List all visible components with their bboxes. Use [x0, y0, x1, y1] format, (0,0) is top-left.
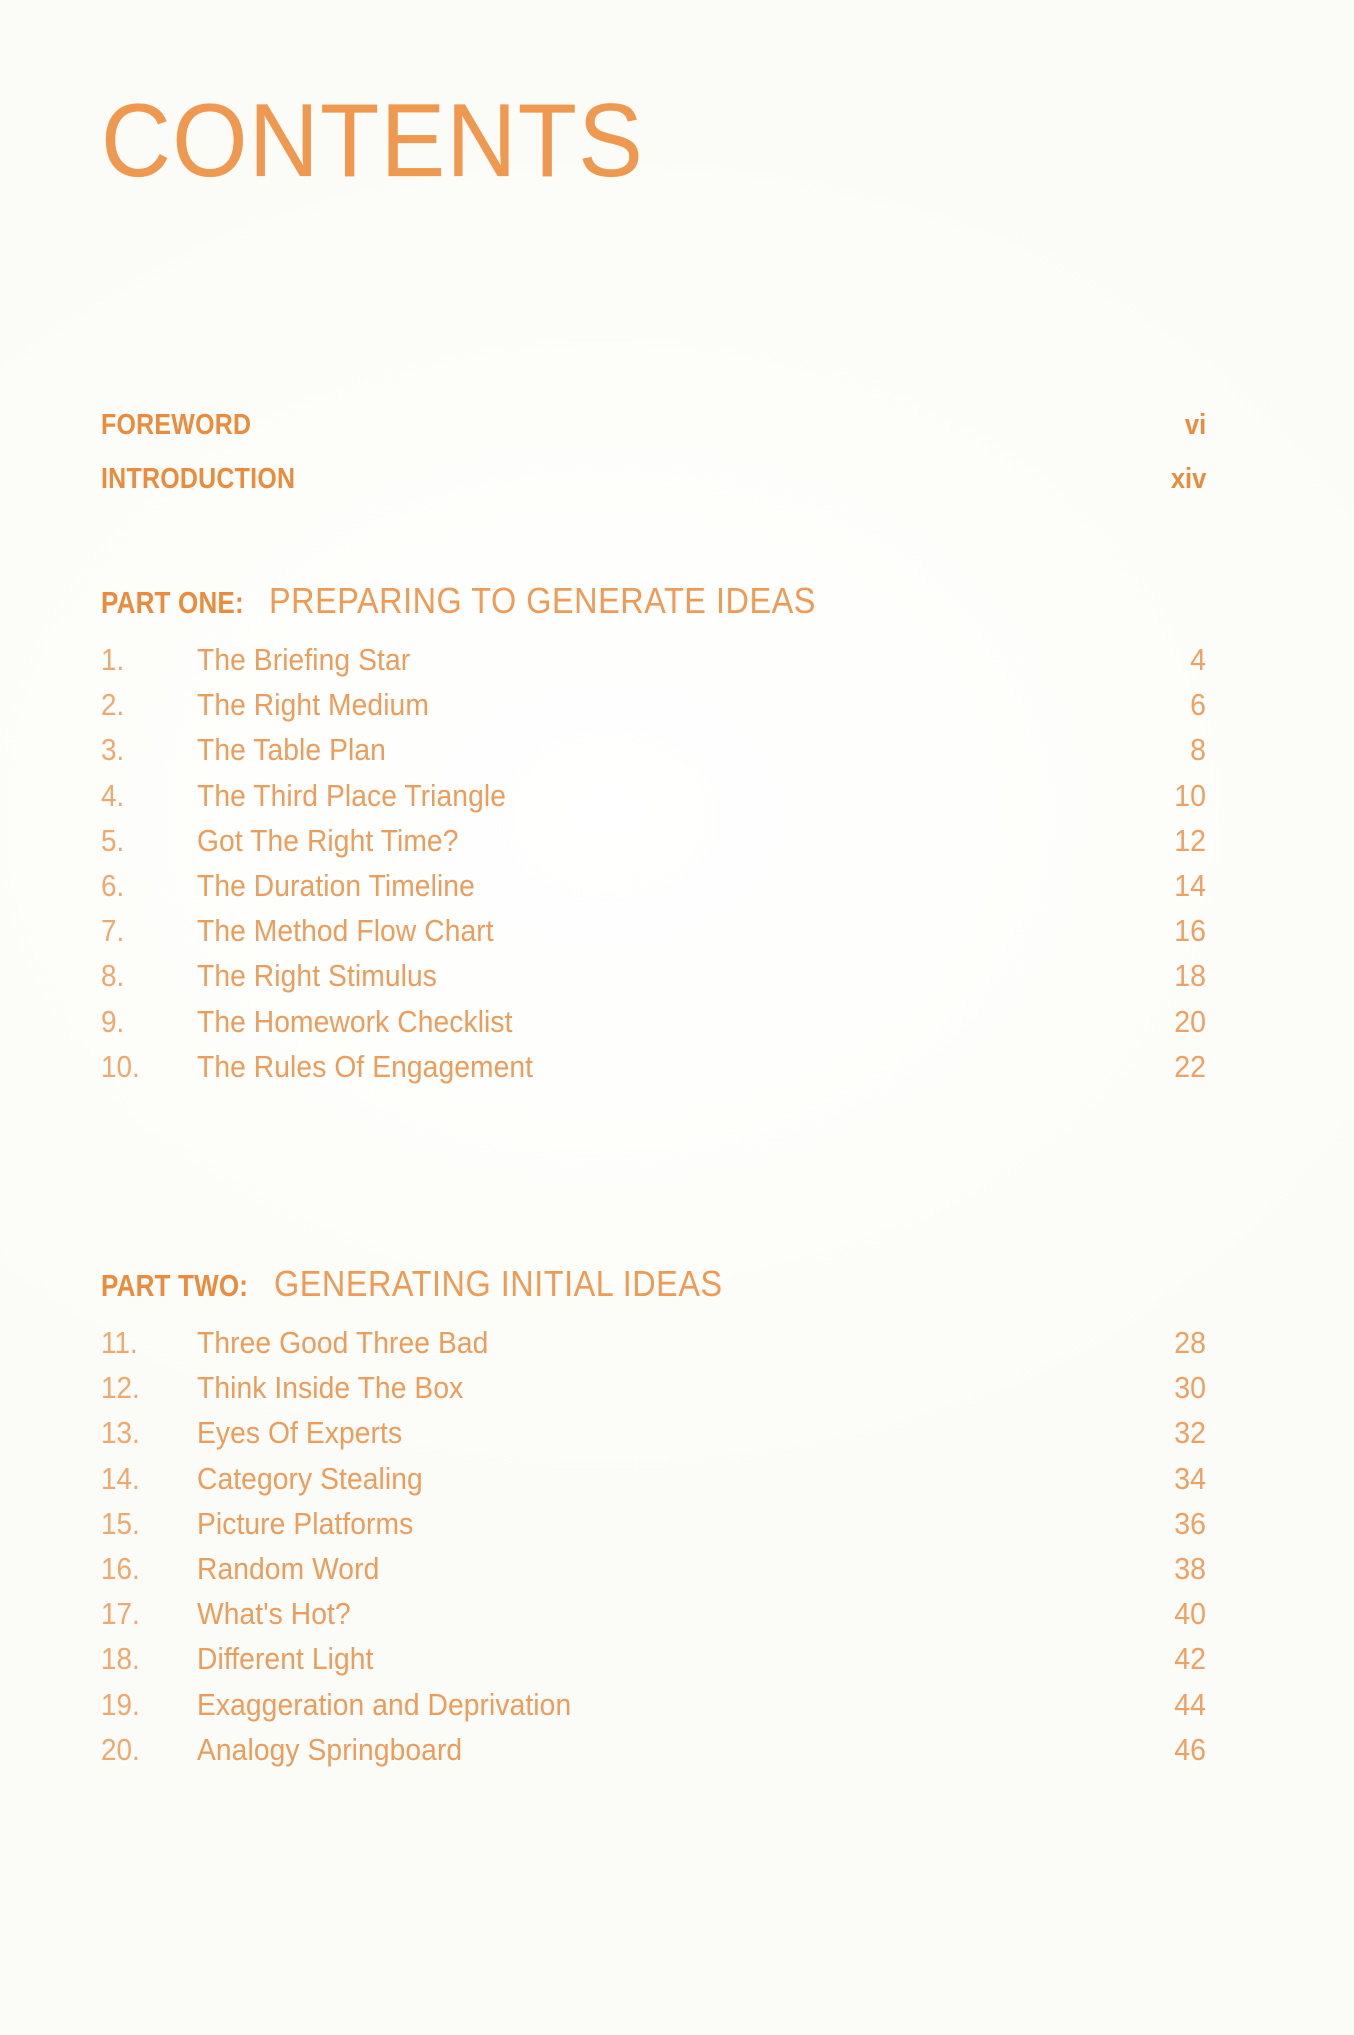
entry-title: Category Stealing [197, 1460, 423, 1496]
list-item[interactable]: 9. The Homework Checklist 20 [101, 1004, 1206, 1049]
entry-title: Analogy Springboard [197, 1731, 463, 1767]
entry-page-number: 40 [1174, 1596, 1206, 1632]
entry-page-number: 4 [1190, 642, 1206, 677]
entry-title: Eyes Of Experts [197, 1415, 403, 1451]
frontmatter-page-number: vi [1184, 409, 1206, 441]
entry-page-number: 16 [1174, 913, 1206, 949]
entry-page-number: 36 [1174, 1505, 1206, 1541]
entry-title: Different Light [197, 1641, 374, 1677]
list-item[interactable]: 19. Exaggeration and Deprivation 44 [101, 1687, 1206, 1732]
part-name: PREPARING TO GENERATE IDEAS [269, 580, 816, 621]
entry-number: 8. [101, 958, 125, 994]
entry-title: The Right Stimulus [197, 958, 437, 994]
list-item[interactable]: 18. Different Light 42 [101, 1641, 1206, 1686]
list-item[interactable]: 20. Analogy Springboard 46 [101, 1732, 1206, 1777]
entry-page-number: 8 [1190, 732, 1206, 768]
part-label: PART ONE: [101, 585, 244, 620]
part-name: GENERATING INITIAL IDEAS [274, 1263, 723, 1304]
entry-page-number: 30 [1174, 1370, 1206, 1406]
entry-page-number: 14 [1174, 867, 1206, 903]
frontmatter-list: FOREWORD vi INTRODUCTION xiv [101, 409, 1206, 517]
entry-number: 6. [101, 867, 125, 903]
entry-title: The Method Flow Chart [197, 913, 494, 949]
entry-title: The Table Plan [197, 732, 386, 768]
contents-page: CONTENTS FOREWORD vi INTRODUCTION xiv PA… [0, 0, 1354, 2035]
entry-number: 10. [101, 1048, 140, 1084]
entry-number: 17. [101, 1596, 140, 1632]
frontmatter-label: INTRODUCTION [101, 463, 296, 495]
entry-title: The Rules Of Engagement [197, 1048, 534, 1084]
entry-number: 18. [101, 1641, 140, 1677]
entry-title: Random Word [197, 1550, 380, 1586]
frontmatter-page-number: xiv [1170, 463, 1206, 495]
list-item[interactable]: 4. The Third Place Triangle 10 [101, 778, 1206, 823]
entry-page-number: 34 [1174, 1460, 1206, 1496]
list-item[interactable]: 11. Three Good Three Bad 28 [101, 1325, 1206, 1370]
entry-number: 2. [101, 687, 125, 723]
entry-page-number: 18 [1174, 958, 1206, 994]
entry-title: Got The Right Time? [197, 822, 459, 858]
entry-page-number: 22 [1174, 1048, 1206, 1084]
entry-number: 16. [101, 1550, 140, 1586]
entry-title: Exaggeration and Deprivation [197, 1686, 572, 1722]
entry-page-number: 6 [1190, 687, 1206, 723]
entry-number: 1. [101, 642, 125, 677]
entry-title: The Third Place Triangle [197, 777, 507, 813]
entry-list-part-one: 1. The Briefing Star 4 2. The Right Medi… [101, 642, 1206, 1094]
list-item[interactable]: 6. The Duration Timeline 14 [101, 868, 1206, 913]
entry-title: Think Inside The Box [197, 1370, 464, 1406]
list-item[interactable]: 2. The Right Medium 6 [101, 687, 1206, 732]
list-item[interactable]: 16. Random Word 38 [101, 1551, 1206, 1596]
frontmatter-row-introduction[interactable]: INTRODUCTION xiv [101, 463, 1206, 517]
list-item[interactable]: 8. The Right Stimulus 18 [101, 958, 1206, 1003]
entry-number: 5. [101, 822, 125, 858]
entry-title: The Briefing Star [197, 642, 411, 677]
entry-page-number: 20 [1174, 1003, 1206, 1039]
list-item[interactable]: 5. Got The Right Time? 12 [101, 823, 1206, 868]
entry-number: 13. [101, 1415, 140, 1451]
entry-number: 19. [101, 1686, 140, 1722]
list-item[interactable]: 17. What's Hot? 40 [101, 1596, 1206, 1641]
list-item[interactable]: 1. The Briefing Star 4 [101, 642, 1206, 687]
entry-page-number: 12 [1174, 822, 1206, 858]
entry-title: The Right Medium [197, 687, 429, 723]
entry-title: Three Good Three Bad [197, 1325, 489, 1360]
entry-number: 20. [101, 1731, 140, 1767]
page-title: CONTENTS [101, 83, 645, 199]
entry-number: 7. [101, 913, 125, 949]
part-heading: PART ONE: PREPARING TO GENERATE IDEAS [101, 580, 1206, 642]
list-item[interactable]: 7. The Method Flow Chart 16 [101, 913, 1206, 958]
part-section-two: PART TWO: GENERATING INITIAL IDEAS 11. Th… [101, 1263, 1206, 1777]
frontmatter-label: FOREWORD [101, 409, 252, 441]
entry-page-number: 38 [1174, 1550, 1206, 1586]
entry-title: Picture Platforms [197, 1505, 414, 1541]
entry-title: What's Hot? [197, 1596, 351, 1632]
entry-title: The Duration Timeline [197, 867, 475, 903]
entry-page-number: 44 [1174, 1686, 1206, 1722]
entry-list-part-two: 11. Three Good Three Bad 28 12. Think In… [101, 1325, 1206, 1777]
frontmatter-row-foreword[interactable]: FOREWORD vi [101, 409, 1206, 463]
entry-number: 9. [101, 1003, 125, 1039]
list-item[interactable]: 3. The Table Plan 8 [101, 732, 1206, 777]
entry-number: 14. [101, 1460, 140, 1496]
list-item[interactable]: 14. Category Stealing 34 [101, 1461, 1206, 1506]
list-item[interactable]: 13. Eyes Of Experts 32 [101, 1415, 1206, 1460]
entry-page-number: 42 [1174, 1641, 1206, 1677]
entry-number: 4. [101, 777, 125, 813]
part-heading: PART TWO: GENERATING INITIAL IDEAS [101, 1263, 1206, 1325]
entry-number: 12. [101, 1370, 140, 1406]
entry-page-number: 32 [1174, 1415, 1206, 1451]
entry-page-number: 28 [1174, 1325, 1206, 1360]
entry-page-number: 46 [1174, 1731, 1206, 1767]
entry-page-number: 10 [1174, 777, 1206, 813]
entry-number: 15. [101, 1505, 140, 1541]
list-item[interactable]: 12. Think Inside The Box 30 [101, 1370, 1206, 1415]
entry-title: The Homework Checklist [197, 1003, 513, 1039]
list-item[interactable]: 10. The Rules Of Engagement 22 [101, 1049, 1206, 1094]
entry-number: 11. [101, 1325, 138, 1360]
entry-number: 3. [101, 732, 125, 768]
part-section-one: PART ONE: PREPARING TO GENERATE IDEAS 1. … [101, 580, 1206, 1094]
part-label: PART TWO: [101, 1268, 249, 1303]
list-item[interactable]: 15. Picture Platforms 36 [101, 1506, 1206, 1551]
